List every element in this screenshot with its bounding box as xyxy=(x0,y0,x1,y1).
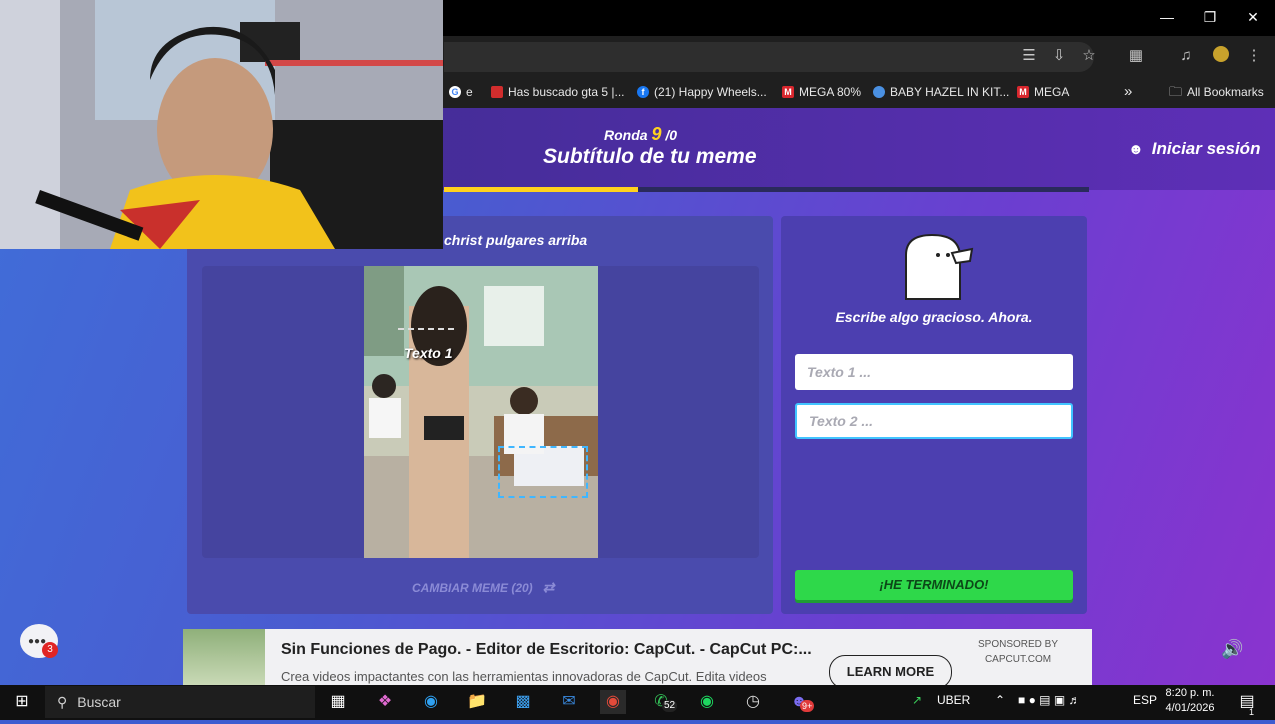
edge-icon[interactable]: ◉ xyxy=(418,690,444,714)
whatsapp-icon[interactable]: ✆ 52 xyxy=(648,690,678,714)
all-bookmarks-button[interactable]: 🗀 All Bookmarks xyxy=(1169,82,1264,102)
copilot-icon[interactable]: ❖ xyxy=(372,690,398,714)
ad-description: Crea videos impactantes con las herramie… xyxy=(281,669,767,684)
extensions-icon[interactable]: ▦ xyxy=(1125,46,1147,66)
google-icon: G xyxy=(449,86,461,98)
taskbar-clock[interactable]: 8:20 p. m. 4/01/2026 xyxy=(1160,686,1220,716)
meme-name: christ pulgares arriba xyxy=(444,232,588,248)
mega-icon: M xyxy=(1017,86,1029,98)
language-indicator[interactable]: ESP xyxy=(1133,693,1157,707)
caption-input-2[interactable] xyxy=(795,403,1073,439)
bookmark-item[interactable]: G e xyxy=(449,82,473,102)
windows-start-icon[interactable]: ⊞ xyxy=(9,690,35,714)
discord-icon[interactable]: ☻ 9+ xyxy=(786,690,815,714)
taskbar-search[interactable]: ⚲ Buscar xyxy=(45,686,315,718)
minimize-button[interactable]: — xyxy=(1152,6,1182,28)
install-icon[interactable]: ⇩ xyxy=(1048,46,1070,66)
bookmark-item[interactable]: f (21) Happy Wheels... xyxy=(637,82,767,102)
ad-thumbnail xyxy=(183,629,265,685)
text-box-2-outline[interactable] xyxy=(498,446,588,498)
ad-sponsor: SPONSORED BY CAPCUT.COM xyxy=(977,639,1059,665)
caption-prompt: Escribe algo gracioso. Ahora. xyxy=(835,309,1033,325)
round-indicator: Ronda 9 /0 xyxy=(604,124,678,144)
learn-more-button[interactable]: LEARN MORE xyxy=(829,655,952,689)
bookmark-item[interactable]: Has buscado gta 5 |... xyxy=(491,82,625,102)
folder-icon: 🗀 xyxy=(1169,84,1183,99)
notifications-icon[interactable]: ▤ 1 xyxy=(1234,690,1260,717)
tray-chevron-icon[interactable]: ⌃ xyxy=(995,693,1005,707)
mail-icon[interactable]: ✉ xyxy=(556,690,582,714)
close-button[interactable]: ✕ xyxy=(1238,6,1268,28)
mascot-icon xyxy=(902,231,974,306)
media-control-icon[interactable]: ♫ xyxy=(1175,46,1197,66)
webcam-overlay xyxy=(0,0,443,249)
login-button[interactable]: ☻ Iniciar sesión xyxy=(1128,139,1260,159)
ad-title[interactable]: Sin Funciones de Pago. - Editor de Escri… xyxy=(281,641,812,659)
uber-label[interactable]: UBER xyxy=(937,693,970,707)
speaker-icon[interactable]: 🔊 xyxy=(1221,639,1243,660)
mega-icon: M xyxy=(782,86,794,98)
stocks-icon[interactable]: ↗ xyxy=(912,693,922,707)
browser-menu-icon[interactable]: ⋮ xyxy=(1243,46,1265,66)
facebook-icon: f xyxy=(637,86,649,98)
file-explorer-icon[interactable]: 📁 xyxy=(464,690,490,714)
bookmark-star-icon[interactable]: ☆ xyxy=(1078,46,1100,66)
restore-button[interactable]: ❐ xyxy=(1195,6,1225,28)
more-bookmarks-icon[interactable]: » xyxy=(1124,82,1132,102)
bookmark-item[interactable]: BABY HAZEL IN KIT... xyxy=(873,82,1009,102)
task-view-icon[interactable]: ▦ xyxy=(325,690,351,714)
site-icon xyxy=(873,86,885,98)
tray-icons[interactable]: ■ ● ▤ ▣ ♬ xyxy=(1018,693,1081,707)
page-title: Subtítulo de tu meme xyxy=(543,145,757,168)
chat-badge: 3 xyxy=(42,642,58,658)
text-box-1-outline[interactable] xyxy=(398,328,454,330)
search-icon: ⚲ xyxy=(57,693,68,710)
address-bar[interactable] xyxy=(444,42,1094,72)
clock-app-icon[interactable]: ◷ xyxy=(740,690,766,714)
profile-avatar-icon[interactable] xyxy=(1210,46,1232,66)
done-button[interactable]: ¡HE TERMINADO! xyxy=(795,570,1073,600)
meme-image xyxy=(364,266,598,558)
meme-text-1: Texto 1 xyxy=(404,345,453,361)
bookmark-item[interactable]: M MEGA 80% xyxy=(782,82,861,102)
caption-input-1[interactable] xyxy=(795,354,1073,390)
store-icon[interactable]: ▩ xyxy=(510,690,536,714)
chat-icon[interactable]: ●●● 3 xyxy=(20,624,58,658)
site-icon xyxy=(491,86,503,98)
bookmark-item[interactable]: M MEGA xyxy=(1017,82,1069,102)
swap-icon: ⇄ xyxy=(542,579,555,595)
user-icon: ☻ xyxy=(1128,140,1144,158)
change-meme-button[interactable]: CAMBIAR MEME (20) ⇄ xyxy=(412,579,554,596)
spotify-icon[interactable]: ◉ xyxy=(694,690,720,714)
chrome-icon[interactable]: ◉ xyxy=(600,690,626,714)
translate-icon[interactable]: ☰ xyxy=(1018,46,1040,66)
round-progress-fill xyxy=(444,187,638,192)
